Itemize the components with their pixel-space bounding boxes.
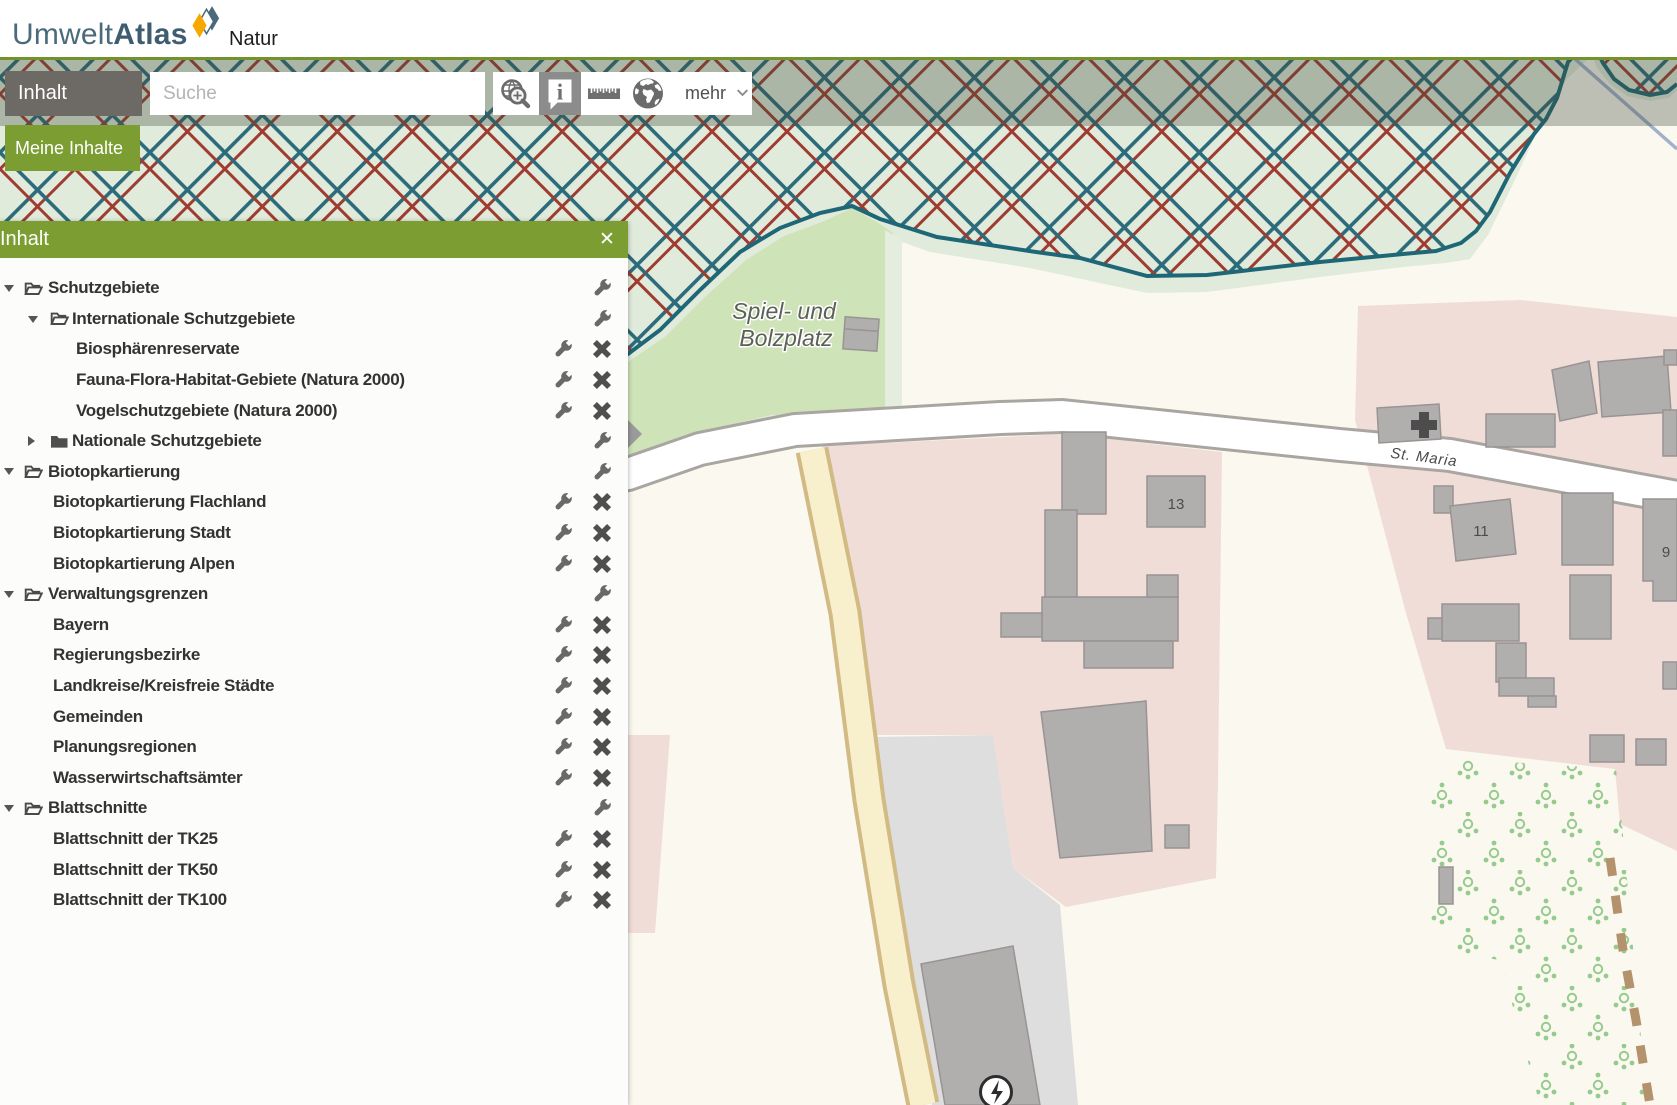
svg-text:11: 11 <box>1473 523 1489 540</box>
svg-text:Bolzplatz: Bolzplatz <box>739 325 833 351</box>
svg-text:Spiel- und: Spiel- und <box>732 298 837 324</box>
svg-text:i: i <box>557 80 564 105</box>
svg-text:13: 13 <box>1168 496 1185 513</box>
svg-text:9: 9 <box>1662 544 1670 561</box>
